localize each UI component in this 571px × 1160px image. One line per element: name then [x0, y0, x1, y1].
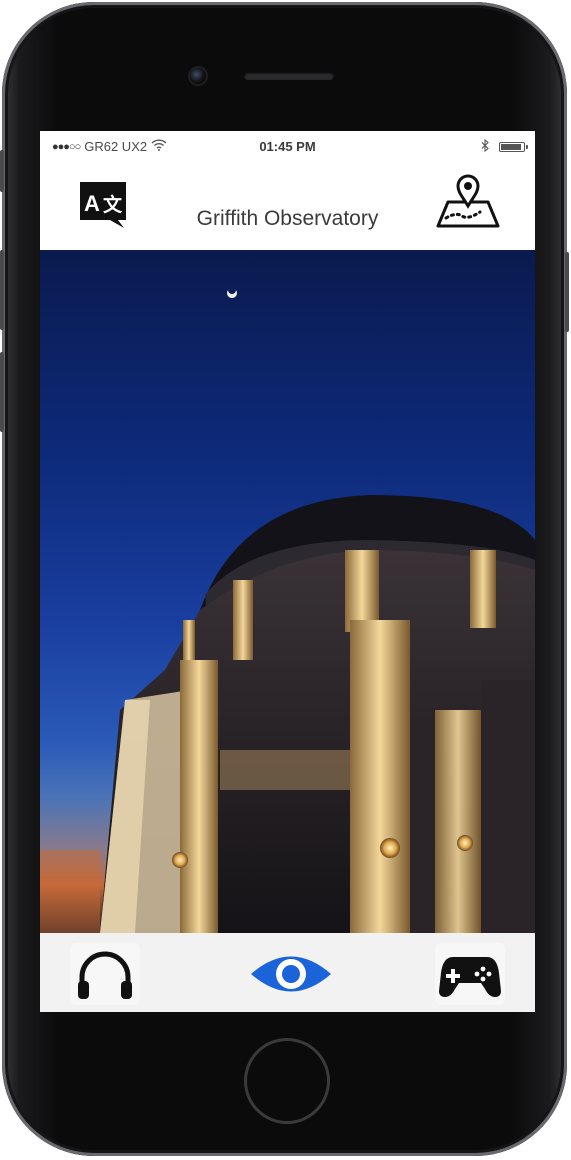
page-title: Griffith Observatory	[196, 207, 379, 230]
tab-game[interactable]	[435, 943, 505, 1005]
translate-button[interactable]: A 文	[78, 178, 128, 230]
power-button	[565, 252, 569, 332]
tab-bar	[40, 933, 535, 1012]
volume-down-button	[0, 352, 4, 432]
earpiece-speaker	[244, 72, 334, 80]
mute-switch	[0, 150, 4, 192]
observatory-photo	[40, 250, 535, 933]
map-pin-icon	[436, 174, 500, 228]
battery-icon	[499, 142, 528, 152]
headphones-icon	[78, 951, 132, 999]
app-screen: ●●●○○ GR62 UX2 01:45 PM A 文 Griffith Obs…	[40, 131, 535, 1012]
map-button[interactable]	[436, 172, 500, 228]
status-bar: ●●●○○ GR62 UX2 01:45 PM	[40, 131, 535, 161]
svg-text:文: 文	[103, 193, 123, 216]
gamepad-icon	[439, 957, 501, 997]
front-camera	[190, 68, 206, 84]
bluetooth-icon	[481, 138, 489, 155]
volume-up-button	[0, 250, 4, 330]
status-time: 01:45 PM	[259, 139, 316, 154]
svg-text:A: A	[84, 191, 100, 216]
eye-icon	[251, 956, 331, 992]
translate-icon: A 文	[80, 182, 126, 228]
nav-bar: A 文 Griffith Observatory	[40, 161, 535, 250]
tab-view[interactable]	[248, 943, 334, 1003]
tab-audio-guide[interactable]	[70, 943, 140, 1005]
moon	[227, 290, 238, 298]
home-button[interactable]	[244, 1038, 330, 1124]
